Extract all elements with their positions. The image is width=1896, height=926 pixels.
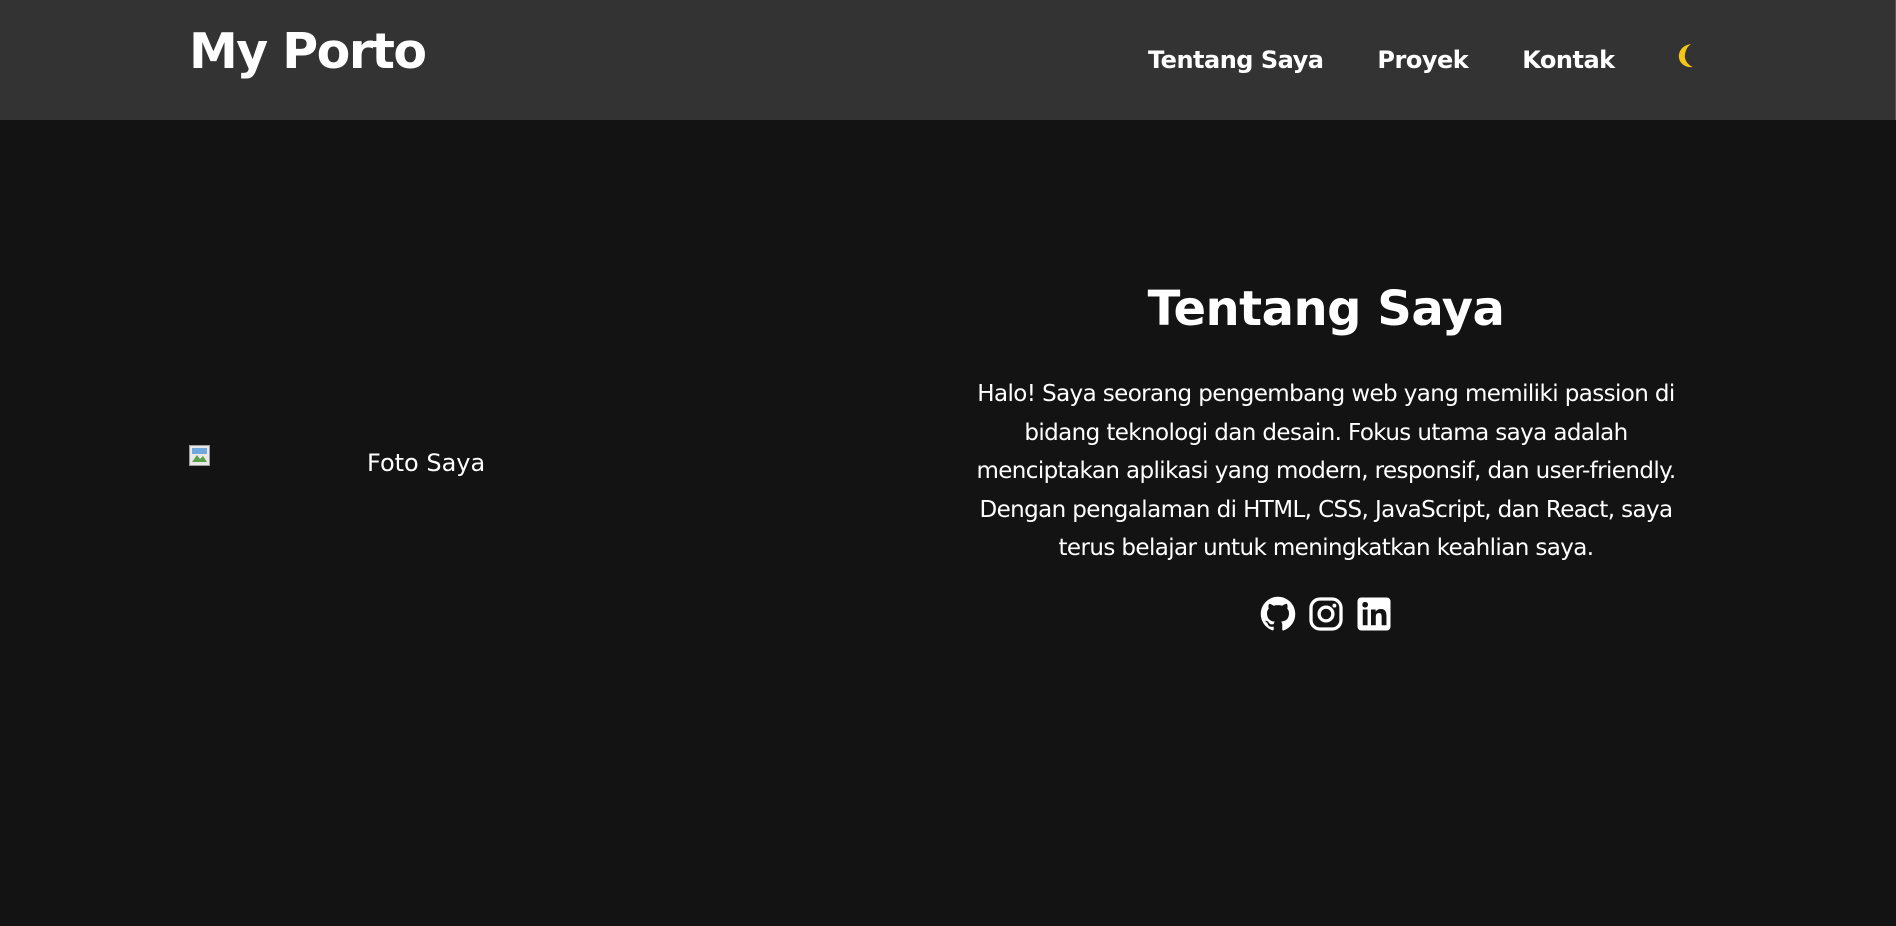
photo-alt-text: Foto Saya	[367, 449, 486, 477]
github-icon	[1260, 596, 1296, 630]
navbar: My Porto Tentang Saya Proyek Kontak	[0, 0, 1896, 120]
about-description: Halo! Saya seorang pengembang web yang m…	[976, 381, 1676, 561]
about-section: Tentang Saya Halo! Saya seorang pengemba…	[953, 275, 1699, 632]
theme-toggle-button[interactable]	[1670, 40, 1702, 72]
instagram-link[interactable]	[1308, 596, 1344, 632]
nav-links: Tentang Saya Proyek Kontak	[1148, 44, 1615, 76]
social-links	[953, 596, 1699, 632]
nav-link-proyek[interactable]: Proyek	[1377, 44, 1468, 76]
nav-link-kontak[interactable]: Kontak	[1522, 44, 1615, 76]
nav-link-tentang-saya[interactable]: Tentang Saya	[1148, 44, 1324, 76]
instagram-icon	[1309, 596, 1343, 631]
moon-icon	[1678, 44, 1693, 68]
linkedin-icon	[1357, 597, 1391, 630]
broken-image-icon	[189, 445, 210, 466]
profile-photo: Foto Saya	[189, 445, 645, 493]
about-title: Tentang Saya	[1147, 281, 1505, 337]
linkedin-link[interactable]	[1356, 596, 1392, 632]
github-link[interactable]	[1260, 596, 1296, 632]
brand-logo[interactable]: My Porto	[189, 22, 427, 82]
